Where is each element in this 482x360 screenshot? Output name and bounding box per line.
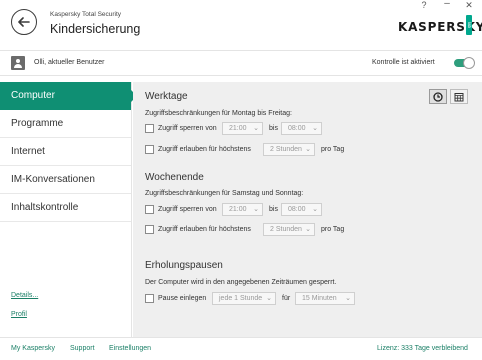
license-status: Lizenz: 333 Tage verbleibend <box>377 345 468 352</box>
chevron-down-icon: ⌄ <box>253 206 259 213</box>
current-user-label: Olli, aktueller Benutzer <box>34 59 105 66</box>
back-button[interactable] <box>11 9 37 35</box>
weekdays-per-day-label: pro Tag <box>321 146 345 153</box>
sidebar-item-im-konversationen[interactable]: IM-Konversationen <box>0 166 131 194</box>
chevron-down-icon: ⌄ <box>312 125 318 132</box>
weekend-block-label: Zugriff sperren von <box>158 206 217 213</box>
weekend-per-day-label: pro Tag <box>321 226 345 233</box>
weekend-limit-label: Zugriff erlauben für höchstens <box>158 226 251 233</box>
profile-link[interactable]: Profil <box>11 311 27 318</box>
calendar-icon <box>454 92 464 101</box>
settings-link[interactable]: Einstellungen <box>109 345 151 352</box>
weekdays-subtitle: Zugriffsbeschränkungen für Montag bis Fr… <box>145 110 292 117</box>
pause-duration-value: 15 Minuten <box>302 295 337 302</box>
pause-checkbox[interactable] <box>145 294 154 303</box>
breaks-title: Erholungspausen <box>145 260 223 271</box>
weekend-title: Wochenende <box>145 172 204 183</box>
main-panel: Werktage Zugriffsbeschränkungen für Mont… <box>133 82 482 337</box>
weekend-block-from-select[interactable]: 21:00 ⌄ <box>222 203 263 216</box>
chevron-down-icon: ⌄ <box>266 295 272 302</box>
breaks-subtitle: Der Computer wird in den angegebenen Zei… <box>145 279 337 286</box>
minimize-button[interactable]: – <box>440 0 454 10</box>
support-link[interactable]: Support <box>70 345 95 352</box>
user-avatar-icon <box>11 56 25 70</box>
weekdays-limit-checkbox[interactable] <box>145 145 154 154</box>
weekdays-limit-label: Zugriff erlauben für höchstens <box>158 146 251 153</box>
app-header: Kaspersky Total Security Kindersicherung… <box>0 0 482 46</box>
control-toggle[interactable] <box>454 57 475 69</box>
sidebar-item-programme[interactable]: Programme <box>0 110 131 138</box>
control-status-label: Kontrolle ist aktiviert <box>372 59 435 66</box>
kaspersky-lab-badge: lab <box>466 15 472 35</box>
user-bar: Olli, aktueller Benutzer Kontrolle ist a… <box>0 50 482 76</box>
sidebar-item-inhaltskontrolle[interactable]: Inhaltskontrolle <box>0 194 131 222</box>
chevron-down-icon: ⌄ <box>305 226 311 233</box>
weekdays-block-to-select[interactable]: 08:00 ⌄ <box>281 122 322 135</box>
sidebar-item-internet[interactable]: Internet <box>0 138 131 166</box>
weekdays-limit-select[interactable]: 2 Stunden ⌄ <box>263 143 315 156</box>
weekend-subtitle: Zugriffsbeschränkungen für Samstag und S… <box>145 190 304 197</box>
toggle-knob <box>463 57 475 69</box>
weekend-block-to-select[interactable]: 08:00 ⌄ <box>281 203 322 216</box>
close-button[interactable]: ✕ <box>462 0 476 10</box>
clock-icon <box>433 91 443 102</box>
weekend-limit-value: 2 Stunden <box>270 226 302 233</box>
clock-view-button[interactable] <box>429 89 447 104</box>
weekdays-block-checkbox[interactable] <box>145 124 154 133</box>
my-kaspersky-link[interactable]: My Kaspersky <box>11 345 55 352</box>
pause-interval-value: jede 1 Stunde <box>219 295 263 302</box>
app-name: Kaspersky Total Security <box>50 11 122 18</box>
details-link[interactable]: Details... <box>11 292 38 299</box>
weekend-bis-label: bis <box>269 206 278 213</box>
pause-label: Pause einlegen <box>158 295 207 302</box>
help-button[interactable]: ? <box>417 0 431 10</box>
weekdays-limit-value: 2 Stunden <box>270 146 302 153</box>
weekend-block-to-value: 08:00 <box>288 206 306 213</box>
pause-interval-select[interactable]: jede 1 Stunde ⌄ <box>212 292 276 305</box>
weekend-block-checkbox[interactable] <box>145 205 154 214</box>
weekdays-bis-label: bis <box>269 125 278 132</box>
weekdays-title: Werktage <box>145 91 188 102</box>
page-title: Kindersicherung <box>50 22 141 36</box>
arrow-left-icon <box>18 17 30 27</box>
chevron-down-icon: ⌄ <box>345 295 351 302</box>
calendar-view-button[interactable] <box>450 89 468 104</box>
pause-duration-select[interactable]: 15 Minuten ⌄ <box>295 292 355 305</box>
weekdays-block-to-value: 08:00 <box>288 125 306 132</box>
pause-fuer-label: für <box>282 295 291 302</box>
weekend-block-from-value: 21:00 <box>229 206 247 213</box>
footer: My Kaspersky Support Einstellungen Lizen… <box>0 337 482 360</box>
weekend-limit-checkbox[interactable] <box>145 225 154 234</box>
chevron-down-icon: ⌄ <box>253 125 259 132</box>
weekdays-block-from-value: 21:00 <box>229 125 247 132</box>
weekdays-block-label: Zugriff sperren von <box>158 125 217 132</box>
sidebar-item-computer[interactable]: Computer <box>0 82 137 110</box>
chevron-down-icon: ⌄ <box>305 146 311 153</box>
weekdays-block-from-select[interactable]: 21:00 ⌄ <box>222 122 263 135</box>
weekend-limit-select[interactable]: 2 Stunden ⌄ <box>263 223 315 236</box>
chevron-down-icon: ⌄ <box>312 206 318 213</box>
